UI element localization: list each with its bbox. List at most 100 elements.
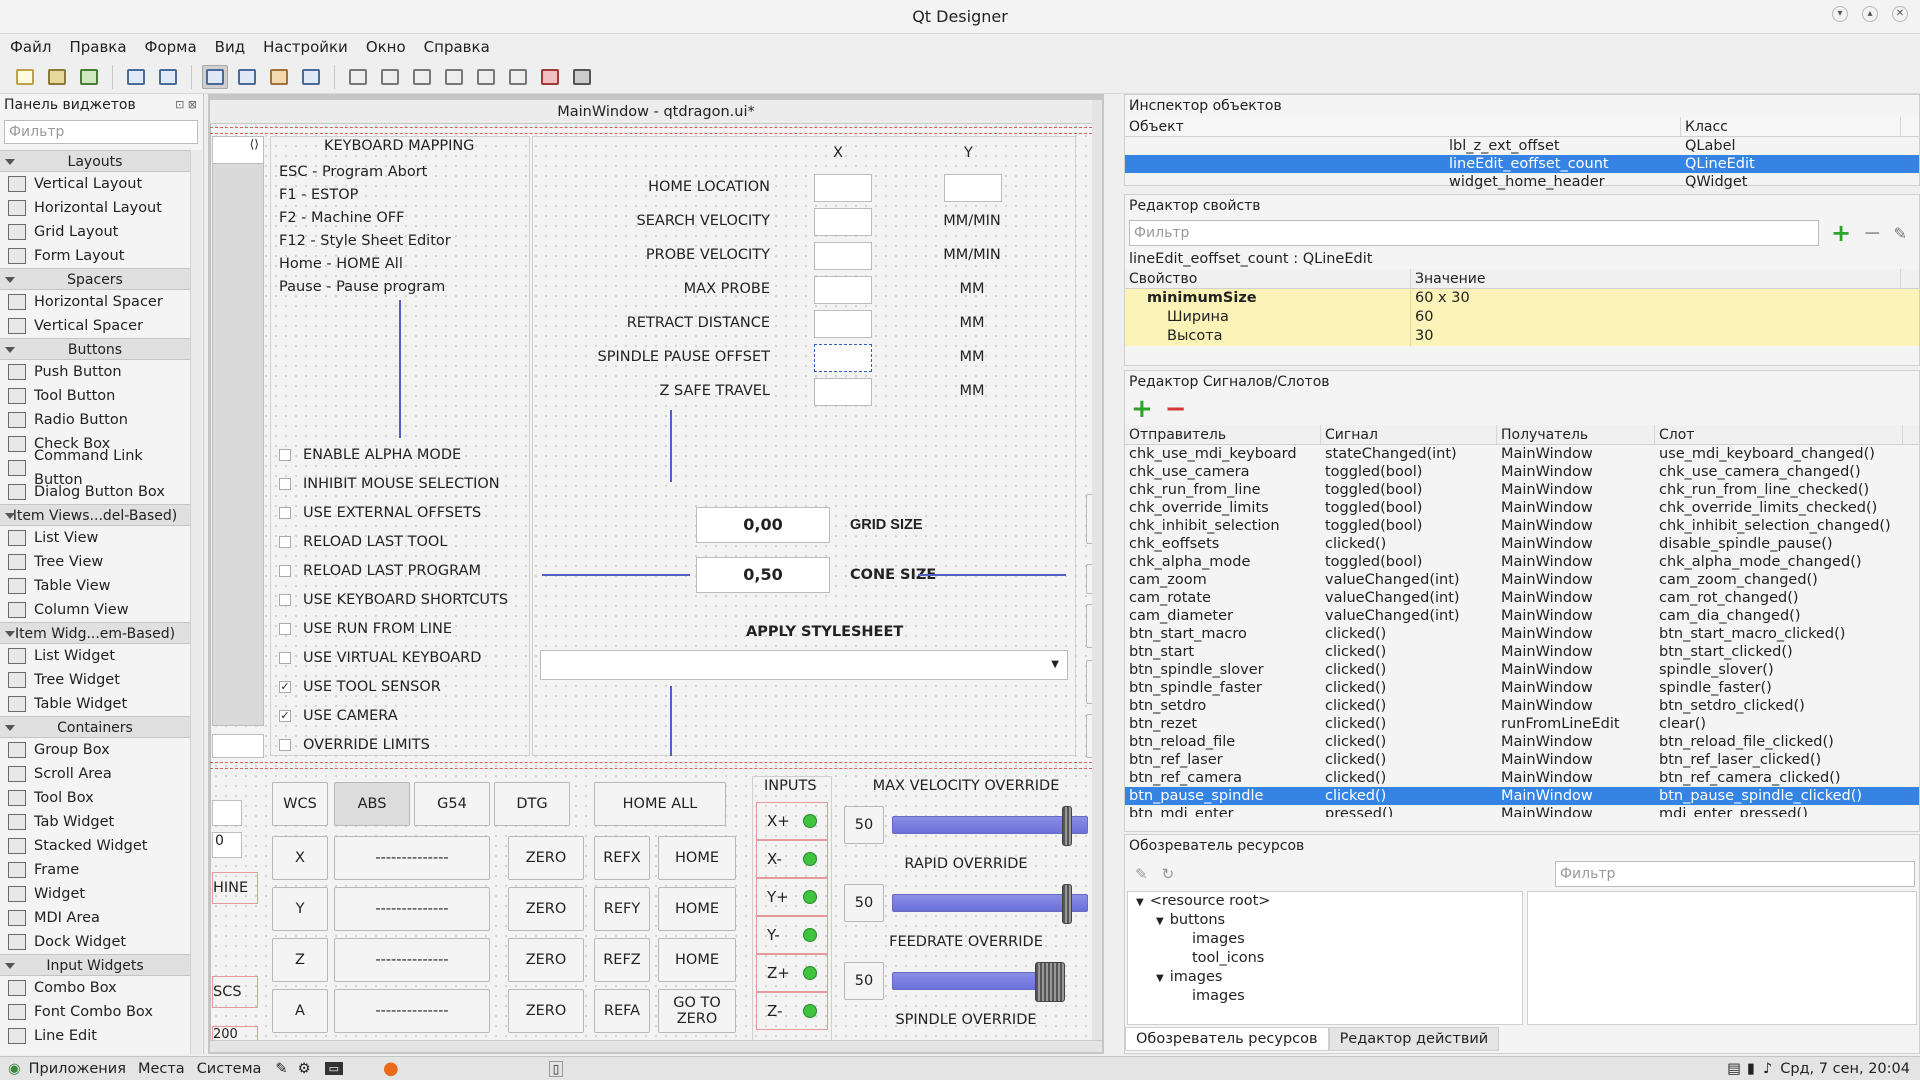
new-icon[interactable] bbox=[12, 65, 38, 89]
save-icon[interactable] bbox=[76, 65, 102, 89]
connection-row[interactable]: chk_use_camera toggled(bool) MainWindow chk… bbox=[1125, 463, 1919, 481]
menu-view[interactable]: Вид bbox=[215, 38, 245, 56]
menu-edit[interactable]: Правка bbox=[69, 38, 126, 56]
zero-button[interactable]: ZERO bbox=[508, 989, 584, 1033]
widget-filter-input[interactable]: Фильтр bbox=[4, 120, 198, 144]
option-checkbox[interactable]: USE VIRTUAL KEYBOARD bbox=[279, 643, 508, 672]
connection-row[interactable]: btn_pause_spindle clicked() MainWindow btn_… bbox=[1125, 787, 1919, 805]
widget-item[interactable]: Line Edit bbox=[0, 1024, 190, 1048]
connection-row[interactable]: btn_start clicked() MainWindow btn_start_cl… bbox=[1125, 643, 1919, 661]
parameter-x-input[interactable] bbox=[814, 242, 872, 270]
tab-resource-browser[interactable]: Обозреватель ресурсов bbox=[1125, 1027, 1329, 1051]
home-button[interactable]: HOME bbox=[658, 836, 736, 880]
property-value[interactable]: 60 x 30 bbox=[1411, 289, 1901, 308]
parameter-x-input[interactable] bbox=[814, 208, 872, 236]
widget-item[interactable]: Table Widget bbox=[0, 692, 190, 716]
dock-close-icon[interactable]: ⊡ ⊠ bbox=[175, 94, 197, 116]
override-slider-handle[interactable] bbox=[1035, 962, 1065, 1002]
resource-tree-item[interactable]: ▼ images bbox=[1128, 968, 1522, 987]
connection-row[interactable]: chk_override_limits toggled(bool) MainWind… bbox=[1125, 499, 1919, 517]
connection-row[interactable]: cam_rotate valueChanged(int) MainWindow cam… bbox=[1125, 589, 1919, 607]
taskbar-applications[interactable]: Приложения bbox=[29, 1061, 126, 1077]
object-row[interactable]: lineEdit_eoffset_count QLineEdit bbox=[1125, 155, 1919, 173]
parameter-y-input[interactable] bbox=[944, 174, 1002, 202]
connection-row[interactable]: chk_inhibit_selection toggled(bool) MainWi… bbox=[1125, 517, 1919, 535]
connection-row[interactable]: cam_zoom valueChanged(int) MainWindow cam_z… bbox=[1125, 571, 1919, 589]
property-value[interactable]: 60 bbox=[1411, 308, 1901, 327]
property-row[interactable]: Ширина 60 bbox=[1125, 308, 1919, 327]
widget-item[interactable]: Vertical Layout bbox=[0, 172, 190, 196]
dro-axis-button[interactable]: A bbox=[272, 989, 328, 1033]
ref-button[interactable]: REFY bbox=[594, 887, 650, 931]
option-checkbox[interactable]: ✓ USE TOOL SENSOR bbox=[279, 672, 508, 701]
ref-button[interactable]: REFA bbox=[594, 989, 650, 1033]
widget-category[interactable]: Item Views...del-Based) bbox=[0, 504, 190, 526]
checkbox-box[interactable] bbox=[279, 593, 291, 606]
connection-row[interactable]: chk_alpha_mode toggled(bool) MainWindow chk… bbox=[1125, 553, 1919, 571]
property-row[interactable]: minimumSize 60 x 30 bbox=[1125, 289, 1919, 308]
widget-item[interactable]: Dialog Button Box bbox=[0, 480, 190, 504]
parameter-x-input[interactable] bbox=[814, 310, 872, 338]
maximize-icon[interactable]: ▴ bbox=[1862, 6, 1878, 22]
widget-item[interactable]: Tree Widget bbox=[0, 668, 190, 692]
send-to-back-icon[interactable] bbox=[123, 65, 149, 89]
option-checkbox[interactable]: USE KEYBOARD SHORTCUTS bbox=[279, 585, 508, 614]
break-layout-icon[interactable] bbox=[537, 65, 563, 89]
volume-icon[interactable]: ♪ bbox=[1763, 1061, 1772, 1077]
expand-arrow-icon[interactable]: ▼ bbox=[1156, 916, 1164, 927]
resource-filter-input[interactable]: Фильтр bbox=[1555, 861, 1915, 887]
widget-item[interactable]: Column View bbox=[0, 598, 190, 622]
option-checkbox[interactable]: INHIBIT MOUSE SELECTION bbox=[279, 469, 508, 498]
override-slider-handle[interactable] bbox=[1062, 884, 1072, 924]
option-checkbox[interactable]: USE EXTERNAL OFFSETS bbox=[279, 498, 508, 527]
form-vertical-scrollbar[interactable] bbox=[1092, 100, 1102, 1040]
firefox-icon[interactable]: ● bbox=[383, 1058, 399, 1079]
widget-item[interactable]: Scroll Area bbox=[0, 762, 190, 786]
layout-vertical-splitter-icon[interactable] bbox=[441, 65, 467, 89]
designer-icon[interactable]: ⚙ bbox=[298, 1061, 311, 1077]
widget-category[interactable]: Buttons bbox=[0, 338, 190, 360]
expand-arrow-icon[interactable]: ▼ bbox=[1136, 897, 1144, 908]
connection-row[interactable]: btn_start_macro clicked() MainWindow btn_st… bbox=[1125, 625, 1919, 643]
widget-category[interactable]: Spacers bbox=[0, 268, 190, 290]
minimize-icon[interactable]: ▾ bbox=[1832, 6, 1848, 22]
remove-property-icon[interactable]: − bbox=[1863, 221, 1881, 246]
checkbox-box[interactable] bbox=[279, 477, 291, 490]
open-icon[interactable] bbox=[44, 65, 70, 89]
adjust-size-icon[interactable] bbox=[569, 65, 595, 89]
widget-category[interactable]: Layouts bbox=[0, 150, 190, 172]
menu-settings[interactable]: Настройки bbox=[263, 38, 348, 56]
connection-row[interactable]: btn_reload_file clicked() MainWindow btn_re… bbox=[1125, 733, 1919, 751]
widget-item[interactable]: Radio Button bbox=[0, 408, 190, 432]
checkbox-box[interactable] bbox=[279, 448, 291, 461]
home-button[interactable]: HOME bbox=[658, 938, 736, 982]
widget-list-scrollbar[interactable] bbox=[190, 150, 202, 1054]
checkbox-box[interactable] bbox=[279, 535, 291, 548]
window-list-icon[interactable]: ▯ bbox=[548, 1060, 564, 1077]
connection-row[interactable]: btn_ref_laser clicked() MainWindow btn_ref_… bbox=[1125, 751, 1919, 769]
option-checkbox[interactable]: ENABLE ALPHA MODE bbox=[279, 440, 508, 469]
form-horizontal-scrollbar[interactable] bbox=[210, 1040, 1102, 1052]
ref-button[interactable]: REFZ bbox=[594, 938, 650, 982]
widget-item[interactable]: Horizontal Layout bbox=[0, 196, 190, 220]
home-button[interactable]: GO TO ZERO bbox=[658, 989, 736, 1033]
widget-category[interactable]: Item Widg...em-Based) bbox=[0, 622, 190, 644]
property-row[interactable]: Высота 30 bbox=[1125, 327, 1919, 346]
edit-resources-icon[interactable]: ✎ bbox=[1135, 865, 1148, 883]
applications-icon[interactable]: ◉ bbox=[8, 1061, 21, 1077]
option-checkbox[interactable]: RELOAD LAST TOOL bbox=[279, 527, 508, 556]
connection-row[interactable]: btn_mdi_enter pressed() MainWindow mdi_ente… bbox=[1125, 805, 1919, 817]
stacked-widget-arrows[interactable]: ⟨⟩ bbox=[212, 136, 264, 164]
edit-buddies-icon[interactable] bbox=[266, 65, 292, 89]
terminal-icon[interactable]: ▭ bbox=[324, 1062, 343, 1075]
parameter-x-input[interactable] bbox=[814, 276, 872, 304]
dro-header-button[interactable]: ABS bbox=[334, 782, 410, 826]
menu-help[interactable]: Справка bbox=[424, 38, 490, 56]
widget-category[interactable]: Input Widgets bbox=[0, 954, 190, 976]
zero-button[interactable]: ZERO bbox=[508, 836, 584, 880]
taskbar-clock[interactable]: Срд, 7 сен, 20:04 bbox=[1780, 1061, 1910, 1077]
property-value[interactable]: 30 bbox=[1411, 327, 1901, 346]
taskbar-system[interactable]: Система bbox=[197, 1061, 262, 1077]
connection-row[interactable]: btn_rezet clicked() runFromLineEdit clear() bbox=[1125, 715, 1919, 733]
left-fragment-box[interactable] bbox=[212, 800, 242, 826]
